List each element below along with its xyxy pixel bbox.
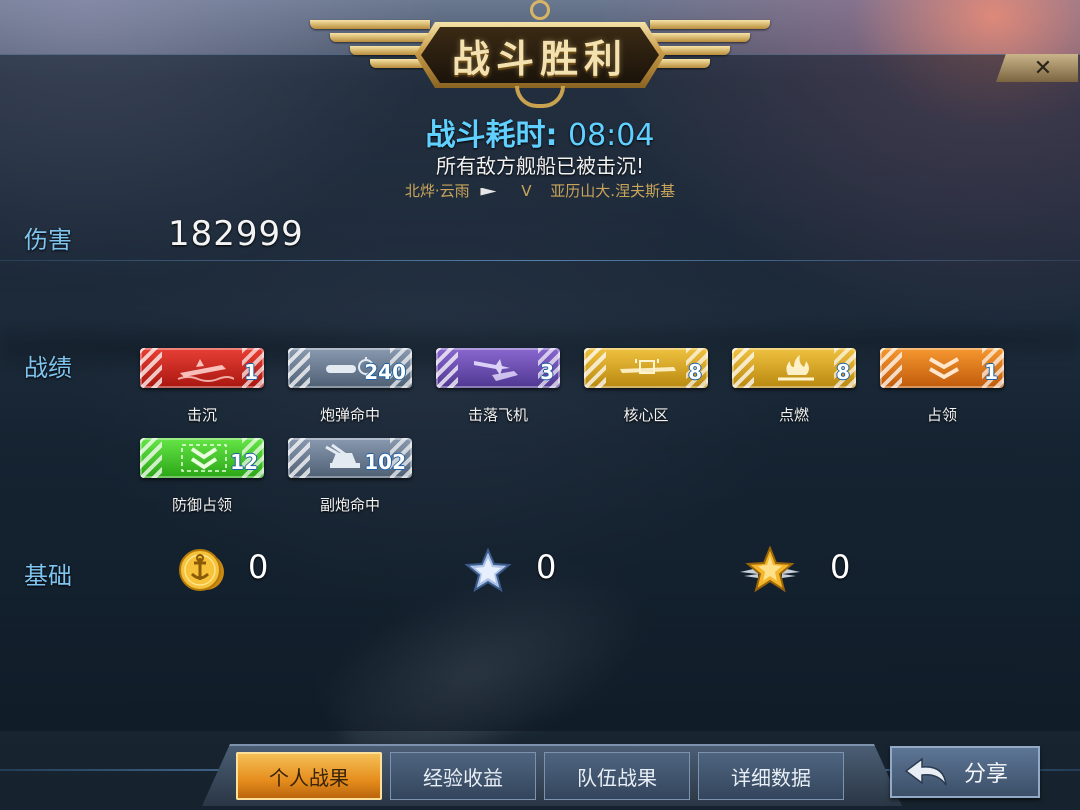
- damage-value: 182999: [168, 214, 304, 254]
- close-button[interactable]: ✕: [996, 54, 1078, 82]
- anchor-icon: [515, 86, 565, 108]
- achievement-badge-defend-capture[interactable]: 12 防御占领: [140, 438, 264, 514]
- achievement-count: 3: [540, 360, 554, 384]
- right-wing-icon: [650, 20, 770, 80]
- silver-star-icon: [464, 547, 512, 593]
- achievement-count: 8: [836, 360, 850, 384]
- achievement-badge-planes-shot[interactable]: 3 击落飞机: [436, 348, 560, 424]
- tab-experience[interactable]: 经验收益: [390, 752, 536, 800]
- achievement-count: 8: [688, 360, 702, 384]
- capture-icon: [929, 357, 959, 380]
- plane-shot-icon: [474, 359, 518, 381]
- achievement-count: 1: [984, 360, 998, 384]
- achievement-badge-sinks[interactable]: 1 击沉: [140, 348, 264, 424]
- tab-team-results[interactable]: 队伍战果: [544, 752, 690, 800]
- damage-label: 伤害: [24, 226, 72, 254]
- achievement-name: 击落飞机: [467, 406, 528, 424]
- achievement-count: 12: [230, 450, 258, 474]
- fire-icon: [778, 355, 814, 381]
- achievement-name: 点燃: [778, 406, 809, 424]
- coin-value: 0: [248, 548, 269, 586]
- gold-coin-icon: [179, 549, 224, 591]
- achievement-name: 核心区: [623, 406, 669, 424]
- matchup: 北烨·云雨 V 亚历山大.涅夫斯基: [0, 180, 1080, 201]
- result-message: 所有敌方舰船已被击沉!: [435, 154, 645, 178]
- victory-emblem: 战斗胜利: [310, 0, 770, 118]
- result-tabs: 个人战果 经验收益 队伍战果 详细数据: [202, 744, 902, 806]
- duration-label: 战斗耗时:: [425, 118, 558, 153]
- duration-time: 08:04: [567, 118, 655, 153]
- flag-icon: [480, 187, 497, 196]
- achievement-count: 102: [364, 450, 406, 474]
- achievement-badge-shell-hits[interactable]: 240 炮弹命中: [288, 348, 412, 424]
- share-label: 分享: [964, 762, 1009, 787]
- achievement-name: 副炮命中: [319, 496, 380, 514]
- achievement-name: 击沉: [186, 406, 217, 424]
- anchor-ring-icon: [530, 0, 550, 20]
- achievement-badge-secondary-hits[interactable]: 102 副炮命中: [288, 438, 412, 514]
- share-button[interactable]: 分享: [890, 746, 1040, 798]
- achievement-count: 240: [364, 360, 406, 384]
- achievement-count: 1: [244, 360, 258, 384]
- ship-sinking-icon: [177, 359, 234, 382]
- achievement-badge-citadel[interactable]: 8 核心区: [584, 348, 708, 424]
- achievement-name: 占领: [926, 406, 957, 424]
- share-arrow-icon: [904, 757, 947, 786]
- achievement-badge-capture[interactable]: 1 占领: [880, 348, 1004, 424]
- divider-top: [0, 260, 1080, 261]
- page-title: 战斗胜利: [451, 36, 628, 81]
- base-label: 基础: [24, 562, 72, 590]
- achievements-label: 战绩: [24, 354, 72, 382]
- achievement-name: 防御占领: [171, 496, 232, 514]
- achievement-name: 炮弹命中: [319, 406, 380, 424]
- close-icon: ✕: [1033, 55, 1053, 81]
- citadel-icon: [620, 359, 676, 374]
- tab-personal-results[interactable]: 个人战果: [236, 752, 382, 800]
- battle-duration: 战斗耗时: 08:04: [0, 110, 1080, 154]
- achievement-badge-fires[interactable]: 8 点燃: [732, 348, 856, 424]
- star-value: 0: [536, 548, 557, 586]
- enemy-ship-name: 亚历山大.涅夫斯基: [550, 182, 676, 200]
- tab-detailed-data[interactable]: 详细数据: [698, 752, 844, 800]
- player-ship-name: 北烨·云雨: [404, 182, 470, 200]
- commander-star-value: 0: [830, 548, 851, 586]
- defend-capture-icon: [181, 444, 227, 472]
- left-wing-icon: [310, 20, 430, 80]
- vs-text: V: [521, 182, 532, 200]
- title-plaque: 战斗胜利: [415, 22, 665, 88]
- gold-star-wings-icon: [740, 546, 800, 593]
